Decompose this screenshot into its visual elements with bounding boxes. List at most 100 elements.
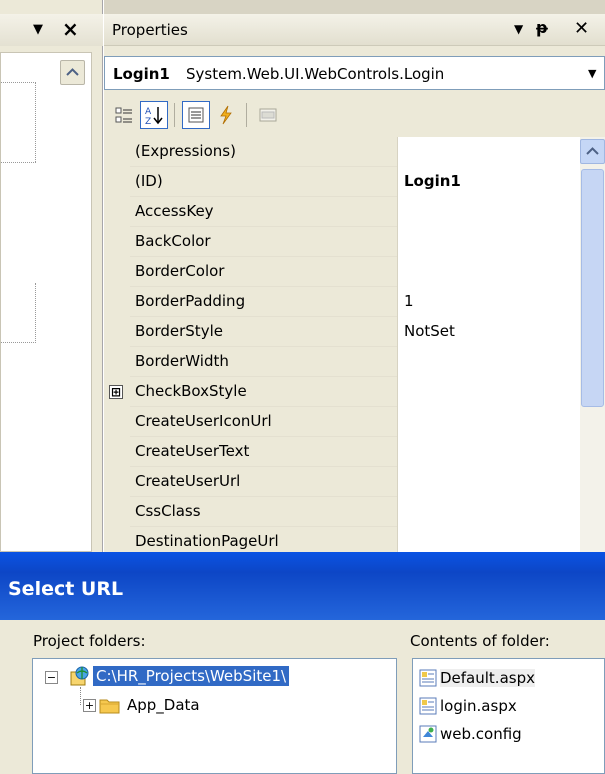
aspx-file-icon — [419, 669, 437, 687]
tree-line — [80, 687, 81, 705]
property-name: BorderColor — [130, 257, 398, 287]
property-row[interactable]: BorderPadding 1 — [130, 287, 580, 317]
svg-text:A: A — [145, 107, 152, 117]
property-value[interactable]: NotSet — [398, 317, 580, 347]
property-value[interactable] — [398, 467, 580, 497]
alphabetical-icon: A Z — [145, 107, 163, 126]
property-value[interactable] — [398, 227, 580, 257]
website-icon — [70, 666, 89, 686]
dotted-guide — [1, 82, 36, 83]
tree-node-app-data[interactable]: App_Data — [127, 696, 200, 714]
property-value[interactable]: 1 — [398, 287, 580, 317]
property-row[interactable]: (Expressions) — [130, 137, 580, 167]
property-row[interactable]: CreateUserText — [130, 437, 580, 467]
events-icon — [220, 105, 232, 125]
property-row[interactable]: BackColor — [130, 227, 580, 257]
property-name: CreateUserIconUrl — [130, 407, 398, 437]
property-name: BackColor — [130, 227, 398, 257]
property-row[interactable]: CheckBoxStyle — [130, 377, 580, 407]
tree-collapse-toggle[interactable]: − — [45, 671, 58, 684]
object-selector[interactable]: Login1 System.Web.UI.WebControls.Login ▼ — [104, 56, 605, 90]
property-name: (Expressions) — [130, 137, 398, 167]
property-row[interactable]: AccessKey — [130, 197, 580, 227]
property-name: CssClass — [130, 497, 398, 527]
contents-of-folder-label: Contents of folder: — [410, 632, 550, 650]
property-value[interactable]: Login1 — [398, 167, 580, 197]
file-item-web-config[interactable]: web.config — [419, 721, 522, 747]
pin-icon[interactable]: ᵽ — [536, 18, 548, 37]
file-item-login[interactable]: login.aspx — [419, 693, 517, 719]
property-row[interactable]: BorderWidth — [130, 347, 580, 377]
svg-text:Z: Z — [145, 117, 151, 126]
property-row[interactable]: CreateUserIconUrl — [130, 407, 580, 437]
project-folders-tree[interactable]: − C:\HR_Projects\WebSite1\ + App_Data — [32, 658, 397, 774]
properties-panel: Properties ▼ ᵽ ✕ Login1 System.Web.UI.We… — [104, 0, 605, 557]
dotted-guide — [35, 283, 36, 343]
left-panel-titlebar — [0, 14, 103, 46]
property-value[interactable] — [398, 347, 580, 377]
tree-node-root[interactable]: C:\HR_Projects\WebSite1\ — [93, 666, 290, 686]
left-docked-panel: ▼ × — [0, 0, 103, 552]
tree-expand-toggle[interactable]: + — [83, 699, 96, 712]
property-value[interactable] — [398, 377, 580, 407]
scrollbar[interactable] — [580, 137, 605, 552]
scroll-up-button[interactable] — [60, 60, 85, 85]
dropdown-arrow-icon[interactable]: ▼ — [514, 22, 523, 36]
property-value[interactable] — [398, 197, 580, 227]
dotted-guide — [1, 162, 36, 163]
property-grid: (Expressions) (ID) Login1 AccessKey BackColo… — [104, 137, 605, 557]
property-name: CreateUserText — [130, 437, 398, 467]
alphabetical-button[interactable]: A Z — [140, 101, 168, 129]
property-value[interactable] — [398, 257, 580, 287]
property-value[interactable] — [398, 497, 580, 527]
property-row[interactable]: (ID) Login1 — [130, 167, 580, 197]
scroll-up-button[interactable] — [580, 139, 605, 164]
chevron-down-icon[interactable]: ▼ — [588, 67, 596, 80]
categorized-icon — [115, 107, 132, 123]
dialog-title: Select URL — [8, 578, 124, 600]
property-row[interactable]: CreateUserUrl — [130, 467, 580, 497]
property-name: BorderPadding — [130, 287, 398, 317]
file-name: Default.aspx — [440, 669, 535, 687]
file-name: web.config — [440, 725, 522, 743]
dropdown-arrow-icon[interactable]: ▼ — [33, 22, 43, 37]
property-row[interactable]: CssClass — [130, 497, 580, 527]
left-panel-content — [0, 52, 92, 552]
events-button[interactable] — [212, 101, 240, 129]
close-icon[interactable]: ✕ — [574, 18, 589, 39]
aspx-file-icon — [419, 697, 437, 715]
property-pages-icon — [259, 108, 277, 122]
property-name: BorderWidth — [130, 347, 398, 377]
file-item-default[interactable]: Default.aspx — [419, 665, 535, 691]
folder-icon — [99, 699, 120, 714]
scroll-thumb[interactable] — [581, 169, 604, 407]
toolbar-separator — [174, 103, 175, 127]
toolbar-separator — [246, 103, 247, 127]
properties-title: Properties — [112, 21, 188, 39]
expand-icon[interactable]: ⊞ — [109, 385, 123, 399]
dotted-guide — [35, 82, 36, 162]
panel-top-strip — [104, 0, 605, 14]
property-row[interactable]: BorderColor — [130, 257, 580, 287]
chevron-up-icon — [586, 147, 599, 155]
chevron-up-icon — [66, 68, 79, 76]
property-name: CheckBoxStyle — [130, 377, 398, 407]
project-folders-label: Project folders: — [33, 632, 146, 650]
property-name: CreateUserUrl — [130, 467, 398, 497]
dialog-titlebar: Select URL — [0, 552, 605, 620]
close-icon[interactable]: × — [62, 19, 79, 39]
config-file-icon — [419, 725, 437, 743]
property-pages-button[interactable] — [254, 101, 282, 129]
property-value[interactable] — [398, 407, 580, 437]
categorized-button[interactable] — [110, 101, 138, 129]
property-name: AccessKey — [130, 197, 398, 227]
property-value[interactable] — [398, 137, 580, 167]
dotted-guide — [1, 342, 36, 343]
property-value[interactable] — [398, 437, 580, 467]
contents-of-folder-list[interactable]: Default.aspx login.aspx web.config — [412, 658, 605, 774]
file-name: login.aspx — [440, 697, 517, 715]
object-name: Login1 — [113, 65, 170, 83]
property-row[interactable]: BorderStyle NotSet — [130, 317, 580, 347]
properties-icon — [188, 107, 204, 123]
properties-button[interactable] — [182, 101, 210, 129]
